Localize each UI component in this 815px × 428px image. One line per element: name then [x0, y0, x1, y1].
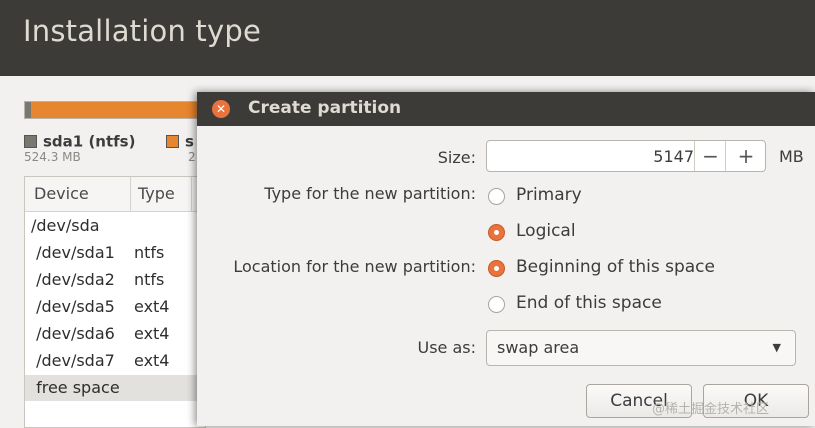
radio-button[interactable] — [488, 188, 505, 205]
legend-swatch — [24, 135, 37, 148]
row-device: /dev/sda — [31, 216, 100, 235]
table-row[interactable]: /dev/sda7 ext4 — [25, 348, 205, 374]
row-device: /dev/sda1 — [31, 243, 115, 262]
create-partition-dialog: ✕ Create partition Size: − + MB Type for… — [197, 92, 815, 426]
radio-label: Primary — [516, 185, 582, 205]
partition-table: Device Type /dev/sda /dev/sda1 ntfs /dev… — [24, 176, 206, 428]
legend-name: s — [185, 132, 194, 151]
row-type: ext4 — [134, 297, 170, 316]
table-row[interactable]: /dev/sda1 ntfs — [25, 240, 205, 266]
use-as-label: Use as: — [417, 338, 476, 357]
legend-item-sda2: s — [166, 131, 194, 151]
column-header-type[interactable]: Type — [138, 184, 175, 203]
size-decrement-button[interactable]: − — [694, 141, 726, 171]
legend-item-sda1: sda1 (ntfs) — [24, 131, 135, 151]
row-device: /dev/sda7 — [31, 351, 115, 370]
dialog-title: Create partition — [248, 98, 402, 118]
row-type: ntfs — [134, 243, 165, 262]
column-separator — [130, 177, 131, 211]
legend-name: sda1 (ntfs) — [43, 132, 136, 151]
legend-size: 524.3 MB — [24, 150, 81, 164]
row-device: free space — [31, 378, 120, 397]
table-row[interactable]: /dev/sda5 ext4 — [25, 294, 205, 320]
table-header: Device Type — [25, 177, 205, 212]
disk-usage-bar — [24, 101, 206, 119]
use-as-dropdown[interactable]: swap area ▼ — [486, 330, 796, 366]
use-as-value: swap area — [497, 338, 580, 357]
radio-button[interactable] — [488, 260, 505, 277]
close-icon[interactable]: ✕ — [212, 100, 230, 118]
table-row[interactable]: /dev/sda2 ntfs — [25, 267, 205, 293]
dialog-titlebar: ✕ Create partition — [197, 92, 815, 126]
window-header: Installation type — [0, 0, 815, 76]
table-row-selected[interactable]: free space — [25, 375, 205, 401]
row-device: /dev/sda6 — [31, 324, 115, 343]
radio-button[interactable] — [488, 296, 505, 313]
table-row[interactable]: /dev/sda — [25, 213, 205, 239]
radio-label: End of this space — [516, 293, 662, 313]
legend-swatch — [166, 135, 179, 148]
size-spinbox: − + — [486, 140, 766, 172]
radio-label: Beginning of this space — [516, 257, 715, 277]
size-unit: MB — [779, 147, 804, 166]
size-increment-button[interactable]: + — [725, 141, 766, 171]
row-device: /dev/sda5 — [31, 297, 115, 316]
size-label: Size: — [437, 148, 476, 167]
disk-segment-sda1 — [25, 102, 31, 118]
window-title: Installation type — [23, 14, 262, 48]
row-device: /dev/sda2 — [31, 270, 115, 289]
row-type: ext4 — [134, 351, 170, 370]
location-label: Location for the new partition: — [233, 257, 476, 276]
column-header-device[interactable]: Device — [34, 184, 89, 203]
table-row[interactable]: /dev/sda6 ext4 — [25, 321, 205, 347]
radio-button[interactable] — [488, 224, 505, 241]
size-input[interactable] — [488, 142, 700, 170]
row-type: ntfs — [134, 270, 165, 289]
radio-label: Logical — [516, 221, 576, 241]
row-type: ext4 — [134, 324, 170, 343]
chevron-down-icon: ▼ — [772, 341, 781, 354]
watermark: @稀土掘金技术社区 — [652, 402, 770, 417]
column-separator — [191, 177, 192, 211]
legend-size: 2 — [188, 150, 196, 164]
partition-type-label: Type for the new partition: — [264, 184, 476, 203]
